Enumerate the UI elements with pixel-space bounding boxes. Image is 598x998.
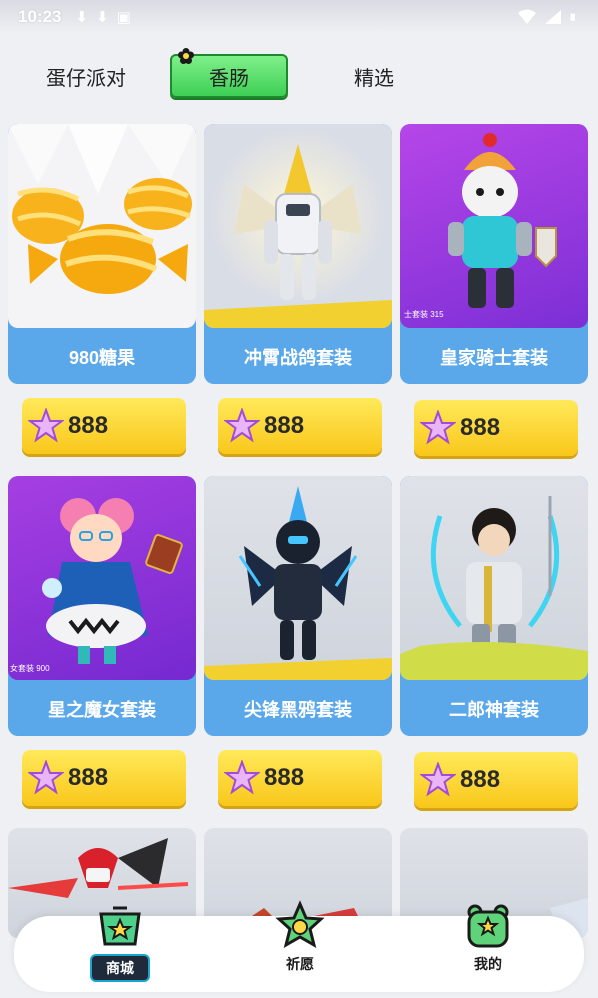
star-currency-icon	[28, 760, 64, 795]
star-currency-icon	[28, 408, 64, 443]
nav-label: 商城	[90, 954, 150, 982]
download-icon: ⬇	[96, 9, 109, 26]
bottom-navigation: 商城 祈愿 我的	[14, 900, 584, 992]
status-time: 10:23	[18, 7, 62, 26]
app-notification-icon: ▣	[116, 9, 131, 26]
product-image-royal-knight: 士套装 315	[400, 124, 588, 328]
wish-icon	[275, 900, 325, 949]
nav-label: 祈愿	[286, 956, 314, 972]
price-value: 888	[460, 766, 501, 793]
price-button[interactable]: 888	[22, 398, 186, 454]
product-card[interactable]: 二郎神套装	[400, 476, 588, 736]
shop-icon	[99, 906, 141, 946]
product-name: 星之魔女套装	[48, 700, 156, 720]
product-name: 尖锋黑鸦套装	[244, 700, 352, 720]
nav-wish[interactable]: 祈愿	[260, 900, 340, 990]
star-currency-icon	[224, 408, 260, 443]
product-image-war-dove	[204, 124, 392, 328]
product-card[interactable]: 女套装 900 星之魔女套装	[8, 476, 196, 736]
product-name: 冲霄战鸽套装	[244, 348, 352, 368]
product-name: 980糖果	[68, 348, 136, 368]
nav-profile[interactable]: 我的	[448, 900, 528, 990]
price-value: 888	[68, 412, 109, 439]
product-card[interactable]: 士套装 315 皇家骑士套装	[400, 124, 588, 384]
price-value: 888	[68, 764, 109, 791]
tab-sausage[interactable]: 香肠	[170, 48, 288, 98]
category-tabs: 蛋仔派对 香肠 精选	[0, 48, 598, 102]
star-currency-icon	[224, 760, 260, 795]
star-currency-icon	[420, 762, 456, 797]
price-value: 888	[264, 412, 305, 439]
nav-shop[interactable]: 商城	[80, 900, 160, 990]
nav-label: 我的	[474, 956, 502, 972]
product-card[interactable]: 尖锋黑鸦套装	[204, 476, 392, 736]
profile-icon	[467, 904, 509, 948]
black-raven-illustration	[204, 486, 392, 680]
status-bar: 10:23 ⬇ ⬇ ▣	[0, 0, 598, 34]
tab-eggy-party[interactable]: 蛋仔派对	[24, 54, 148, 98]
flower-icon	[178, 48, 194, 64]
product-name: 皇家骑士套装	[440, 348, 548, 368]
price-value: 888	[264, 764, 305, 791]
tab-featured[interactable]: 精选	[312, 54, 436, 98]
tab-label: 精选	[354, 67, 394, 90]
candy-illustration	[8, 124, 196, 294]
product-image-candy	[8, 124, 196, 328]
tab-label: 蛋仔派对	[46, 67, 126, 90]
price-button[interactable]: 888	[218, 398, 382, 454]
download-icon: ⬇	[75, 9, 89, 26]
product-name: 二郎神套装	[449, 700, 539, 720]
star-witch-illustration: 女套装 900	[10, 498, 183, 673]
royal-knight-illustration: 士套装 315	[404, 133, 557, 319]
price-button[interactable]: 888	[22, 750, 186, 806]
erlang-shen-illustration	[400, 496, 588, 680]
battery-icon	[570, 13, 575, 21]
signal-icon	[545, 10, 561, 24]
tab-label: 香肠	[209, 67, 249, 90]
product-image-erlang-shen	[400, 476, 588, 680]
product-card[interactable]: 980糖果	[8, 124, 196, 384]
art-caption: 女套装 900	[10, 663, 50, 673]
price-value: 888	[460, 414, 501, 441]
price-button[interactable]: 888	[218, 750, 382, 806]
war-dove-illustration	[204, 144, 392, 328]
wifi-icon	[518, 9, 536, 24]
price-button[interactable]: 888	[414, 400, 578, 456]
product-image-star-witch: 女套装 900	[8, 476, 196, 680]
price-button[interactable]: 888	[414, 752, 578, 808]
product-card[interactable]: 冲霄战鸽套装	[204, 124, 392, 384]
art-caption: 士套装 315	[404, 309, 444, 319]
star-currency-icon	[420, 410, 456, 445]
product-image-black-raven	[204, 476, 392, 680]
